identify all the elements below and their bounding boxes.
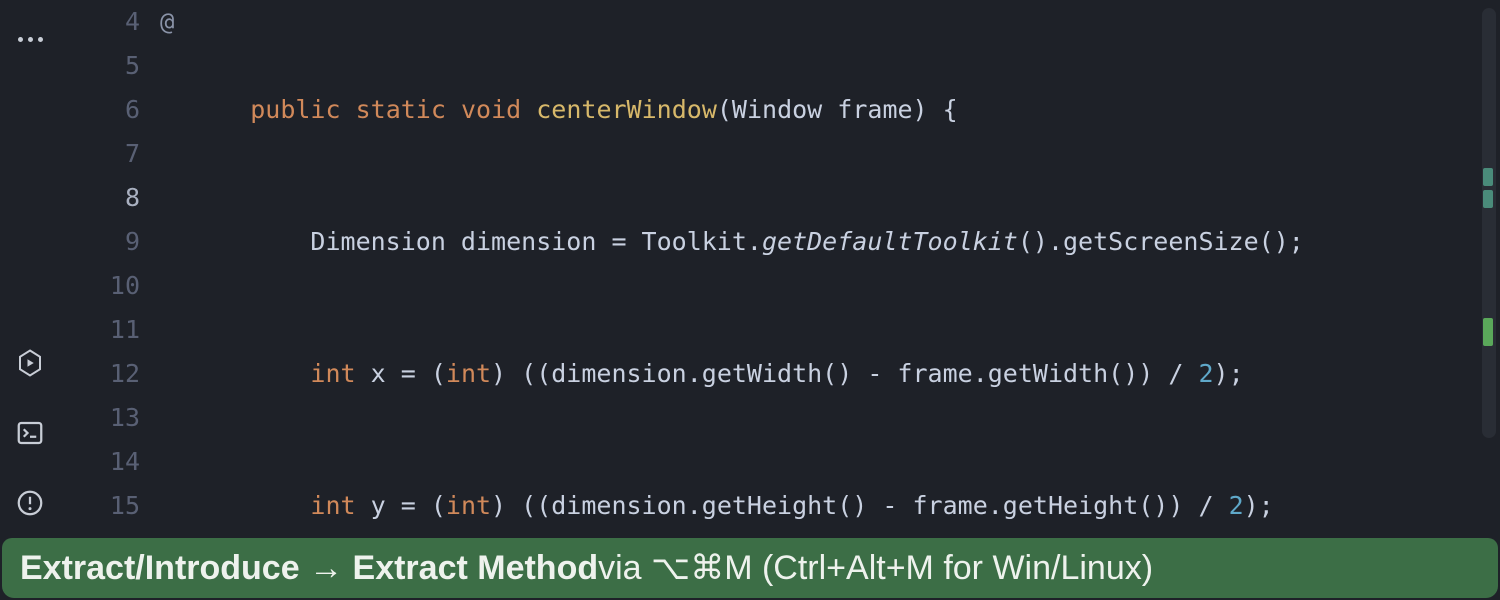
minimap-marker[interactable] (1483, 318, 1493, 346)
line-gutter: 4 5 6 7 8 9 10 11 12 13 14 15 (60, 0, 160, 538)
scrollbar[interactable] (1482, 8, 1496, 438)
tip-banner: Extract/Introduce → Extract Method via ⌥… (2, 538, 1498, 598)
editor[interactable]: 4 5 6 7 8 9 10 11 12 13 14 15 @ public s… (60, 0, 1500, 538)
tip-shortcut: via ⌥⌘M (Ctrl+Alt+M for Win/Linux) (598, 548, 1153, 588)
gutter-annotations: @ (160, 0, 190, 538)
editor-main: 4 5 6 7 8 9 10 11 12 13 14 15 @ public s… (0, 0, 1500, 538)
code-area[interactable]: public static void centerWindow(Window f… (190, 0, 1500, 538)
terminal-icon[interactable] (15, 418, 45, 448)
minimap-marker[interactable] (1483, 190, 1493, 208)
action-bar (0, 0, 60, 538)
more-icon[interactable] (15, 24, 45, 54)
code-line: int x = (int) ((dimension.getWidth() - f… (190, 352, 1500, 396)
minimap-marker[interactable] (1483, 168, 1493, 186)
code-line: public static void centerWindow(Window f… (190, 88, 1500, 132)
tip-action: Extract/Introduce → Extract Method (20, 549, 598, 588)
run-hex-icon[interactable] (15, 348, 45, 378)
code-line: Dimension dimension = Toolkit.getDefault… (190, 220, 1500, 264)
problems-icon[interactable] (15, 488, 45, 518)
override-marker[interactable]: @ (160, 0, 190, 44)
code-line: int y = (int) ((dimension.getHeight() - … (190, 484, 1500, 528)
